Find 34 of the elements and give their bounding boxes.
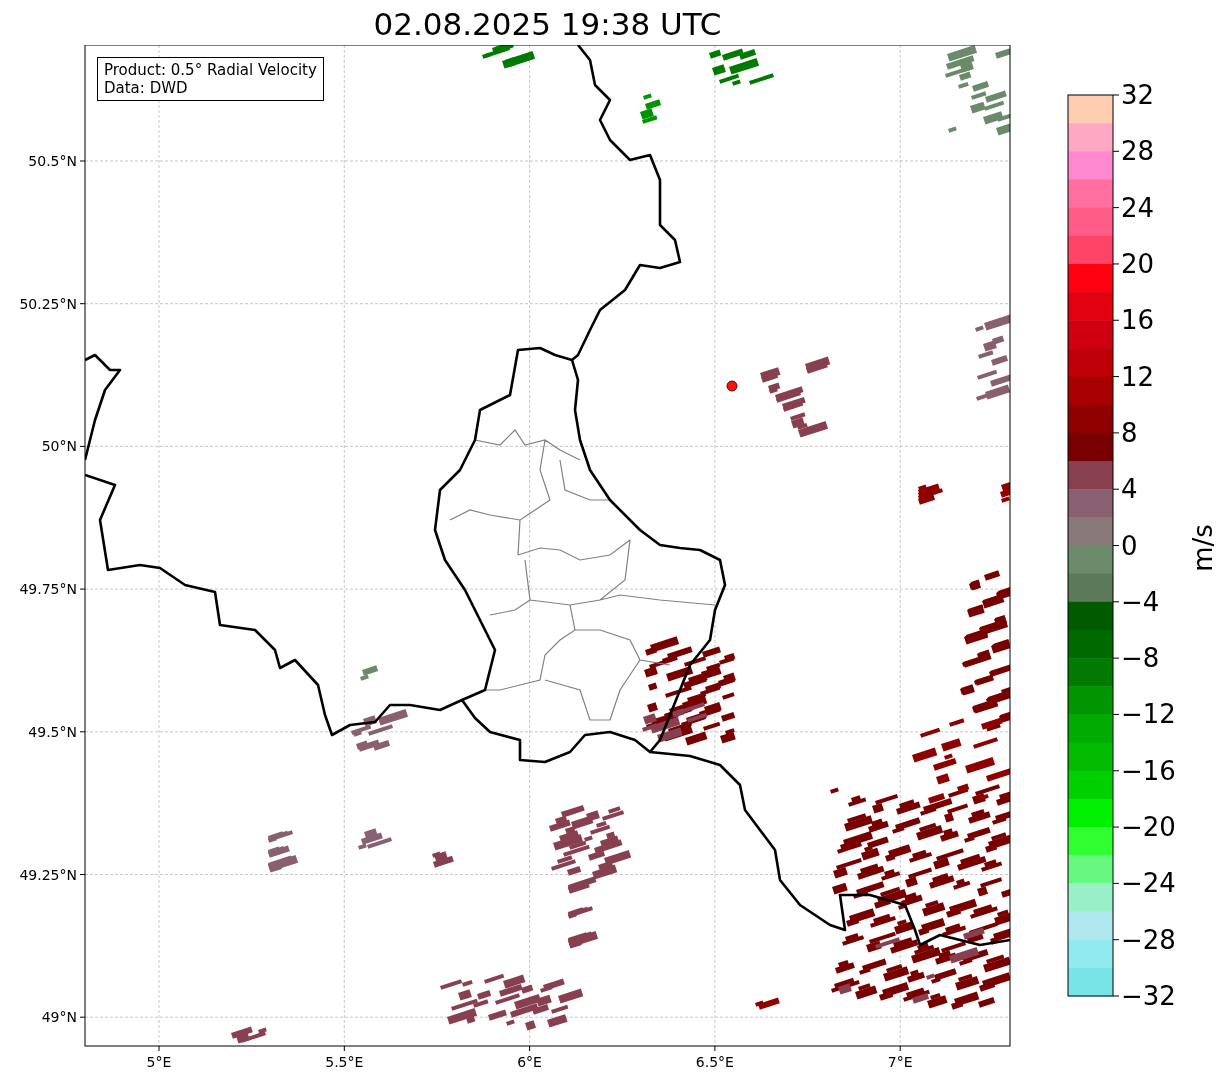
colorbar-tick-label: −24 (1121, 868, 1176, 899)
info-line: Product: 0.5° Radial Velocity (104, 61, 317, 79)
chart-title: 02.08.2025 19:38 UTC (373, 5, 722, 40)
latitude-label: 49.5°N (28, 723, 77, 740)
longitude-label: 5.5°E (325, 1054, 364, 1070)
longitude-label: 5°E (146, 1054, 172, 1070)
latitude-label: 49.25°N (19, 866, 77, 883)
latitude-label: 50°N (41, 438, 77, 455)
colorbar-tick-label: 20 (1121, 248, 1155, 279)
colorbar-tick-label: 16 (1121, 305, 1155, 336)
longitude-label: 6°E (517, 1054, 542, 1070)
colorbar-unit-label: m/s (1188, 524, 1218, 572)
colorbar-tick-label: 4 (1121, 474, 1138, 505)
latitude-label: 49.75°N (19, 581, 77, 598)
radar-site-icon (726, 380, 738, 392)
colorbar-tick-label: −12 (1121, 699, 1176, 730)
colorbar-tick-label: −8 (1121, 643, 1160, 674)
colorbar-tick-label: −20 (1121, 812, 1176, 843)
longitude-label: 6.5°E (695, 1054, 734, 1070)
colorbar-tick-label: 0 (1121, 530, 1138, 561)
longitude-label: 7°E (887, 1054, 913, 1070)
info-line: Data: DWD (104, 79, 189, 97)
colorbar-tick-label: 8 (1121, 417, 1138, 448)
latitude-label: 50.25°N (19, 295, 77, 312)
colorbar-tick-label: −16 (1121, 755, 1176, 786)
colorbar-tick-label: −4 (1121, 586, 1160, 617)
latitude-label: 49°N (41, 1009, 77, 1026)
colorbar-tick-label: −28 (1121, 924, 1176, 955)
colorbar-tick-label: 28 (1121, 136, 1155, 167)
colorbar-tick-label: −32 (1121, 981, 1176, 1011)
colorbar-tick-label: 12 (1121, 361, 1155, 392)
colorbar-tick-label: 24 (1121, 192, 1155, 223)
latitude-label: 50.5°N (28, 153, 77, 169)
colorbar-tick-label: 32 (1121, 80, 1155, 110)
